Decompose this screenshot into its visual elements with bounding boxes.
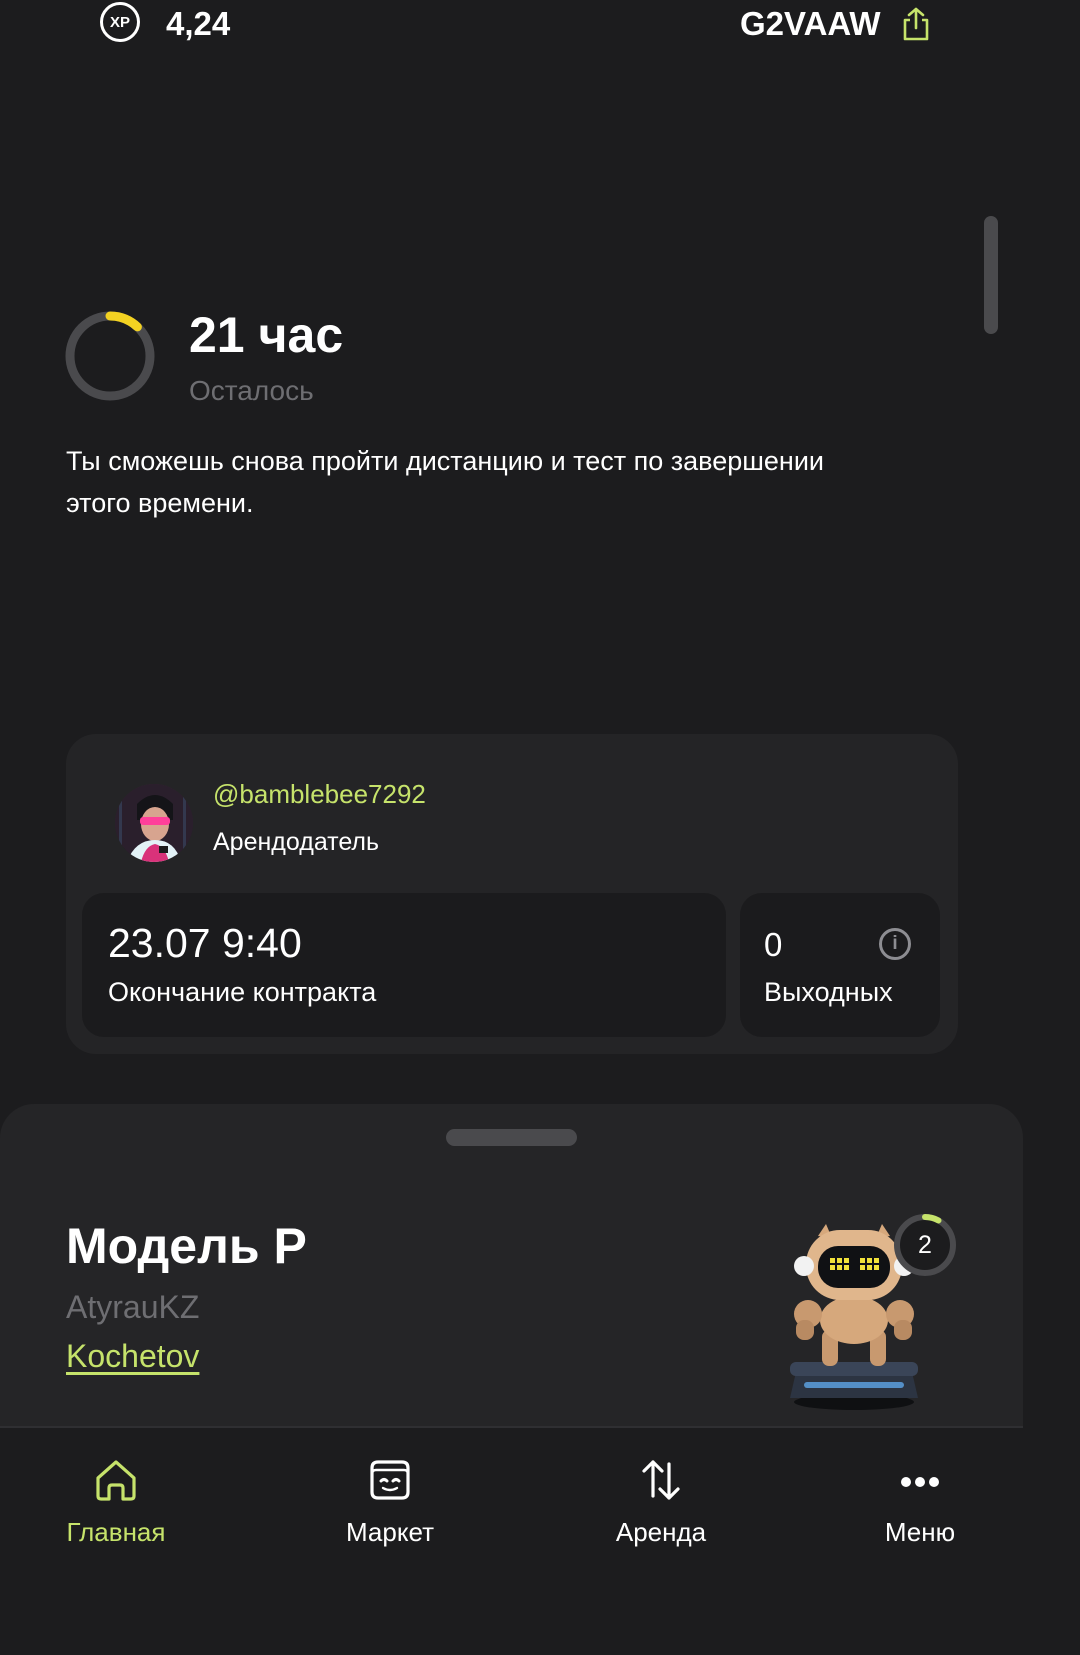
model-city: AtyrauKZ <box>66 1289 200 1325</box>
tab-rent-label: Аренда <box>615 1517 707 1547</box>
owner-avatar[interactable] <box>115 784 193 862</box>
timer-note: Ты сможешь снова пройти дистанцию и тест… <box>66 446 824 518</box>
scrollbar-thumb[interactable] <box>984 216 998 334</box>
model-title: Модель P <box>66 1218 307 1274</box>
tab-home-label: Главная <box>66 1517 166 1547</box>
tab-home[interactable]: Главная <box>26 1452 206 1562</box>
referral-code[interactable]: G2VAAW <box>740 4 881 44</box>
days-off-value: 0 <box>764 926 783 963</box>
contract-end-value: 23.07 9:40 <box>108 920 302 966</box>
xp-balance: 4,24 <box>166 5 231 42</box>
contract-end-label: Окончание контракта <box>108 977 377 1007</box>
owner-handle-link[interactable]: @bamblebee7292 <box>213 778 426 810</box>
tab-menu[interactable]: Меню <box>830 1452 1010 1562</box>
share-icon[interactable] <box>900 6 932 42</box>
tab-menu-label: Меню <box>884 1517 956 1547</box>
tab-market-label: Маркет <box>345 1517 435 1547</box>
days-off-label: Выходных <box>764 977 893 1007</box>
avatar-image <box>115 784 193 862</box>
timer-remaining: 21 час <box>189 307 344 363</box>
arrows-updown-icon <box>642 1460 680 1500</box>
sheet-drag-handle[interactable] <box>446 1129 577 1146</box>
more-icon <box>901 1477 939 1487</box>
tab-market[interactable]: Маркет <box>300 1452 480 1562</box>
xp-icon: XP <box>100 2 140 42</box>
level-value: 2 <box>918 1230 932 1259</box>
owner-role: Арендодатель <box>213 828 380 856</box>
timer-progress-ring <box>65 311 155 401</box>
info-icon[interactable]: i <box>879 928 911 960</box>
timer-caption: Осталось <box>189 375 314 406</box>
model-owner-link[interactable]: Kochetov <box>66 1336 199 1376</box>
market-icon <box>370 1460 410 1500</box>
app-screen: XP 4,24 G2VAAW 21 час Осталось Ты сможеш… <box>0 0 1023 1568</box>
tab-rent[interactable]: Аренда <box>571 1452 751 1562</box>
home-icon <box>96 1460 136 1501</box>
